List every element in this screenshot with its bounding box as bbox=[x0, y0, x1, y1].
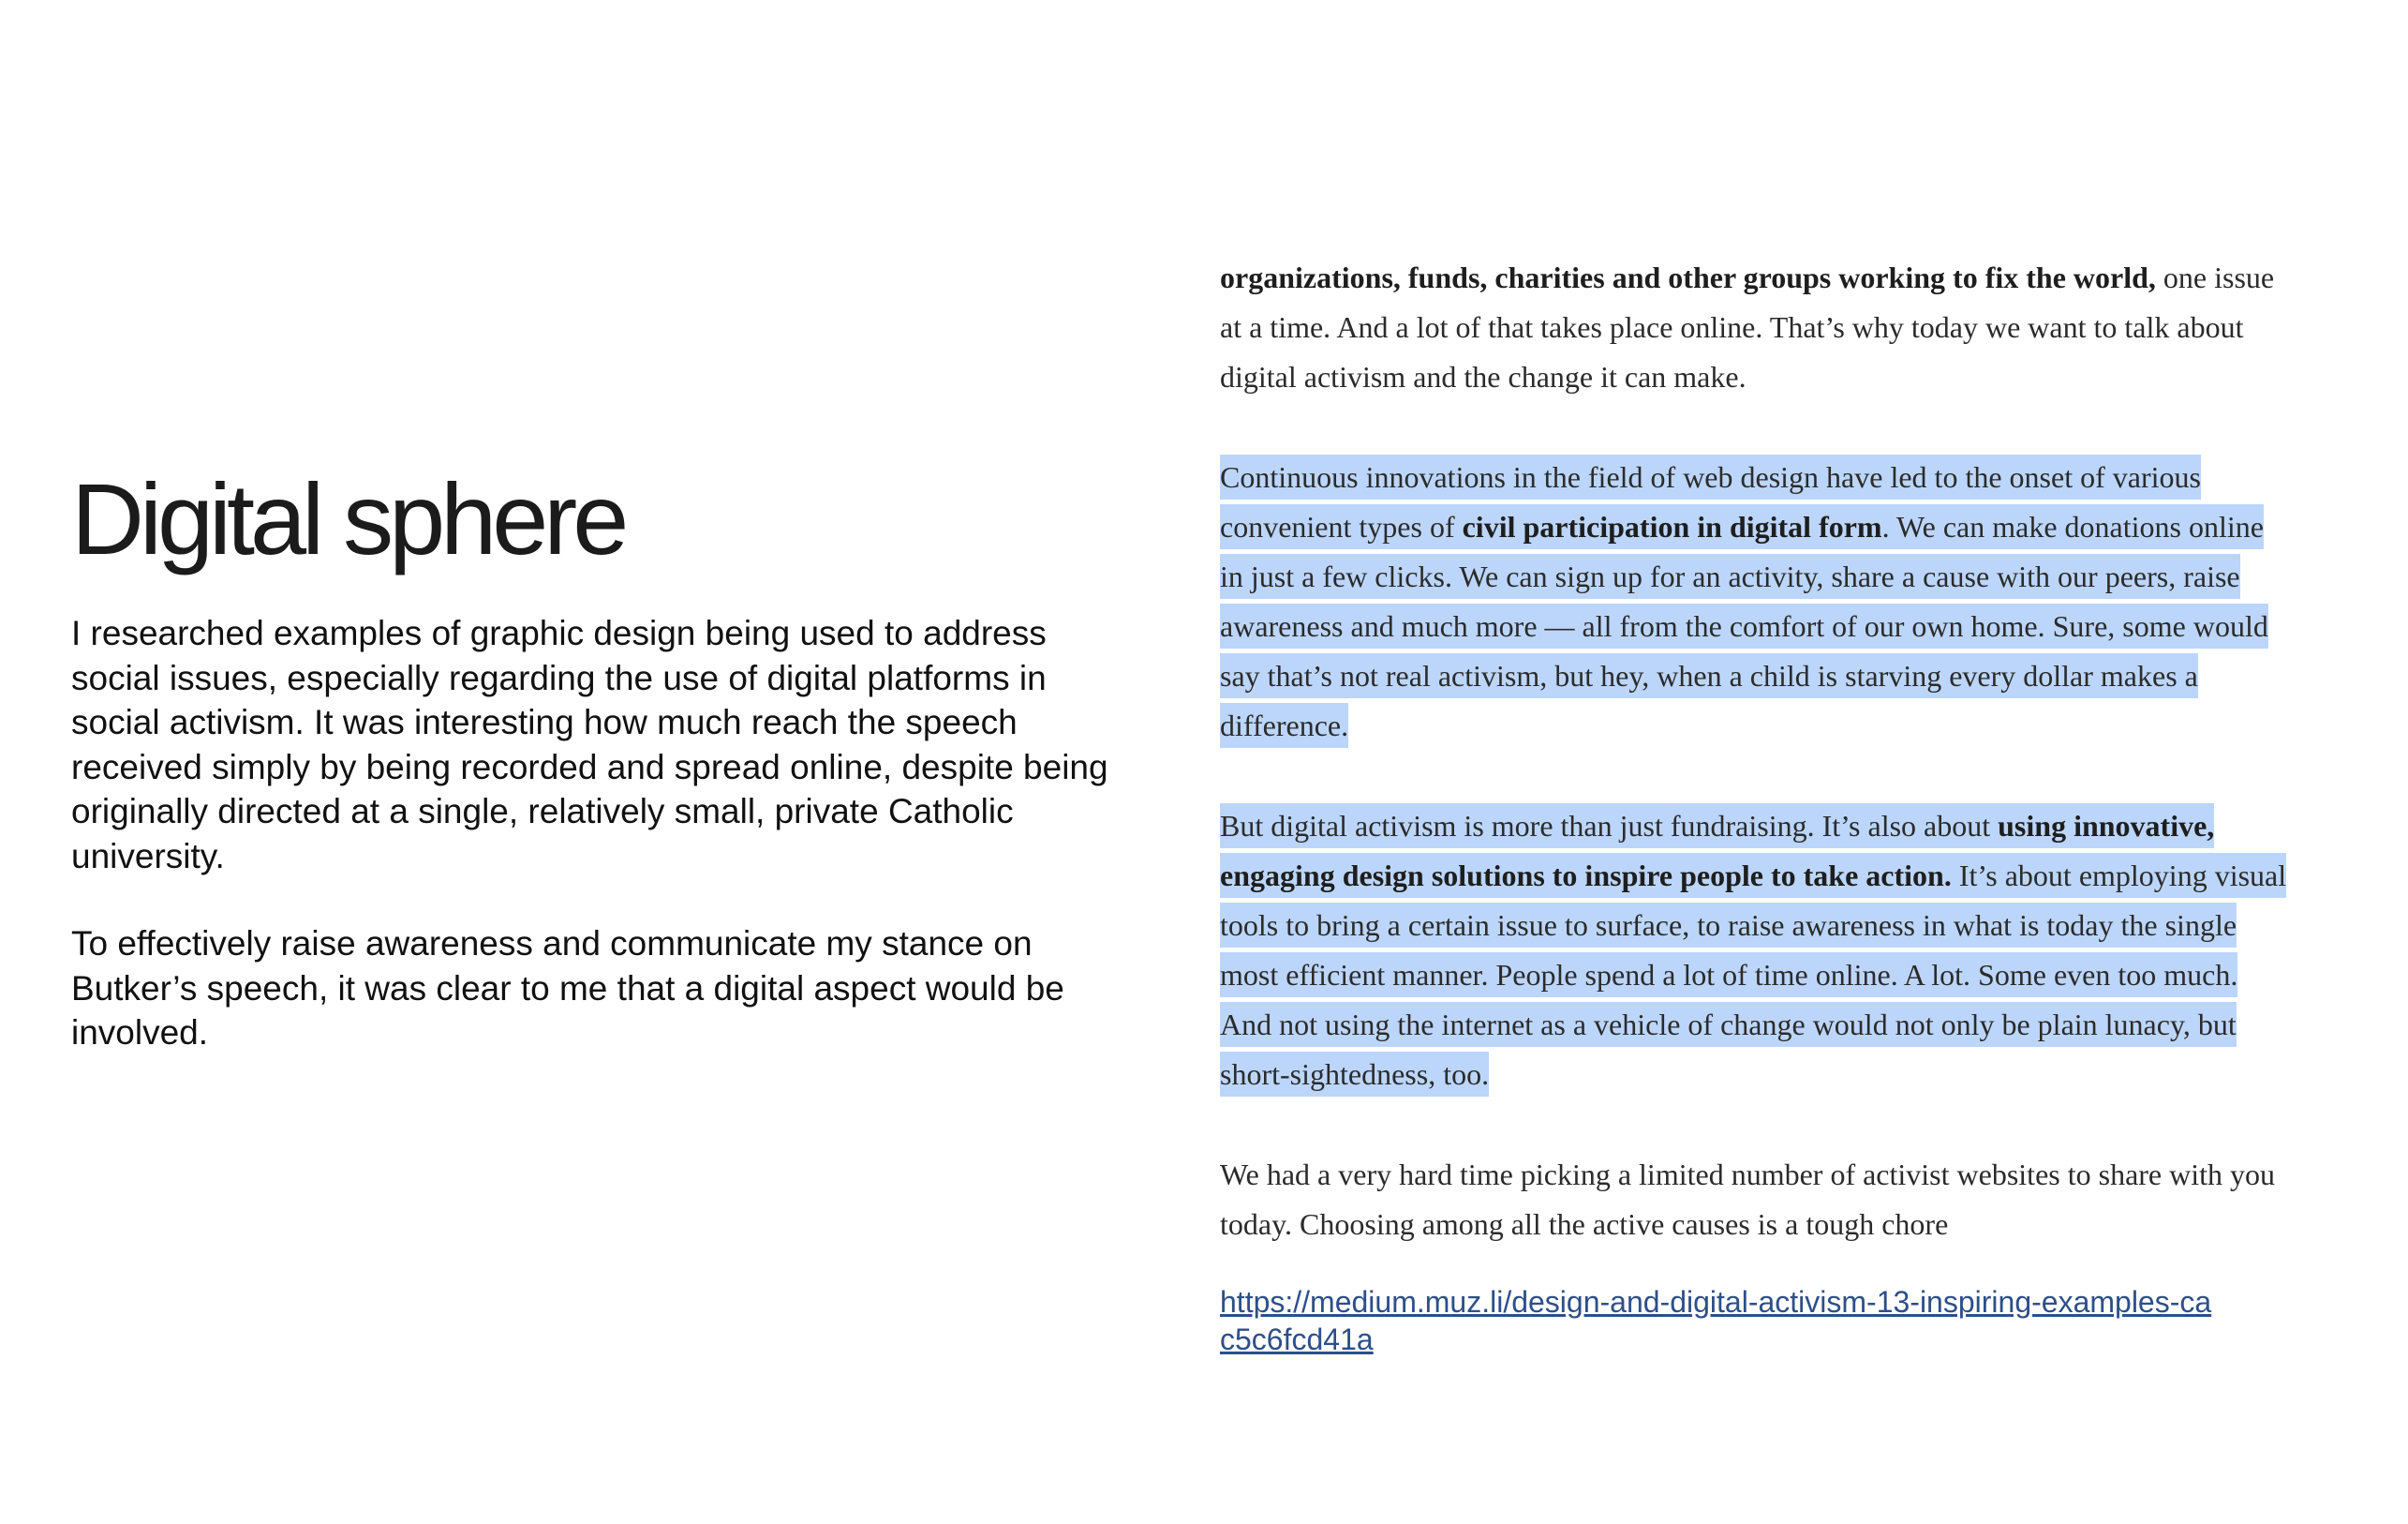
text-selection-highlight[interactable]: But digital activism is more than just f… bbox=[1220, 803, 2287, 1097]
article-text-3b: It’s about employing visual tools to bri… bbox=[1220, 859, 2287, 1091]
intro-paragraph-2: To effectively raise awareness and commu… bbox=[71, 924, 1064, 1052]
article-text-2b: . We can make donations online in just a… bbox=[1220, 510, 2268, 742]
intro-text: I researched examples of graphic design … bbox=[71, 611, 1111, 1055]
intro-paragraph-1: I researched examples of graphic design … bbox=[71, 614, 1108, 875]
article-bold-phrase-1: organizations, funds, charities and othe… bbox=[1220, 261, 2156, 294]
article-paragraph-2-highlighted[interactable]: Continuous innovations in the field of w… bbox=[1220, 453, 2288, 751]
article-bold-phrase-2: civil participation in digital form bbox=[1462, 510, 1882, 544]
article-excerpt: organizations, funds, charities and othe… bbox=[1220, 253, 2288, 1358]
article-body: organizations, funds, charities and othe… bbox=[1220, 253, 2288, 1249]
page-title: Digital sphere bbox=[71, 462, 629, 575]
source-link[interactable]: https://medium.muz.li/design-and-digital… bbox=[1220, 1283, 2213, 1358]
article-text-3a: But digital activism is more than just f… bbox=[1220, 809, 1999, 843]
intro-section: Digital sphere I researched examples of … bbox=[71, 469, 1111, 1098]
text-selection-highlight[interactable]: Continuous innovations in the field of w… bbox=[1220, 455, 2268, 748]
article-paragraph-3-highlighted[interactable]: But digital activism is more than just f… bbox=[1220, 801, 2288, 1099]
article-paragraph-4: We had a very hard time picking a limite… bbox=[1220, 1158, 2276, 1241]
article-paragraph-1: organizations, funds, charities and othe… bbox=[1220, 253, 2288, 402]
